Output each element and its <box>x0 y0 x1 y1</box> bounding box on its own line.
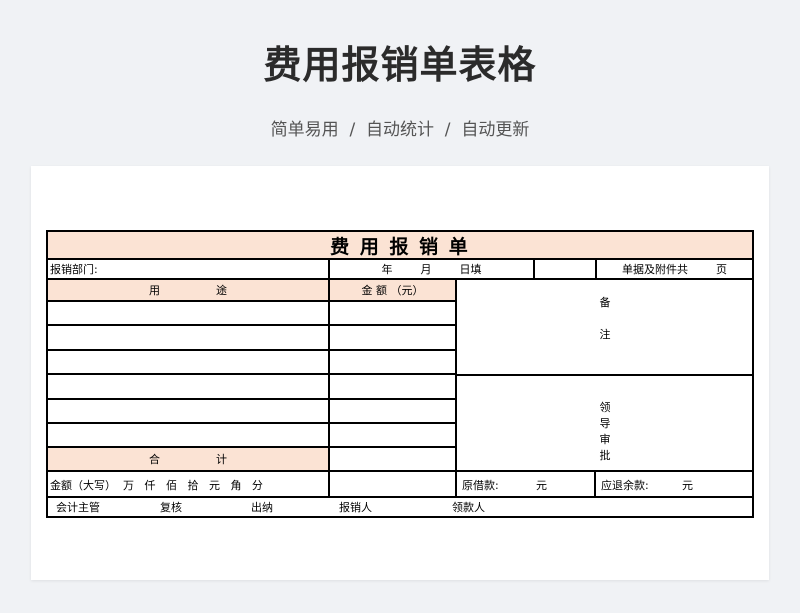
signature-accountant: 会计主管 <box>56 501 100 514</box>
form-sheet: 费 用 报 销 单 报销部门: 年 月 日填 单据及附件共 页 用 途 金 额 … <box>31 166 769 580</box>
approval-label: 领 导 审 批 <box>599 401 611 462</box>
amount-cell[interactable] <box>330 351 455 373</box>
purpose-cell[interactable] <box>48 424 328 446</box>
grid-line <box>46 373 457 375</box>
grid-line <box>46 278 754 280</box>
date-input-cell[interactable] <box>535 259 595 278</box>
remarks-label: 备 注 <box>599 296 611 341</box>
grid-line <box>46 516 754 518</box>
refund-unit: 元 <box>682 478 693 492</box>
signature-reviewer: 复核 <box>160 501 182 514</box>
grid-line <box>46 230 48 518</box>
grid-line <box>594 470 596 498</box>
grid-line <box>455 374 754 376</box>
refund-label: 应退余款: <box>601 478 649 492</box>
amount-cell[interactable] <box>330 424 455 446</box>
grid-line <box>46 349 457 351</box>
amount-header: 金 额 （元） <box>330 280 455 300</box>
grid-line <box>595 258 597 280</box>
signature-cashier: 出纳 <box>251 501 273 514</box>
grid-line <box>328 258 330 280</box>
grid-line <box>46 470 754 472</box>
amount-cell[interactable] <box>330 326 455 349</box>
grid-line <box>46 446 457 448</box>
form-title: 费 用 报 销 单 <box>48 232 752 258</box>
grid-line <box>752 230 754 518</box>
total-label: 合 计 <box>48 448 328 470</box>
grid-line <box>46 230 754 232</box>
grid-line <box>328 278 330 498</box>
purpose-cell[interactable] <box>48 326 328 349</box>
attachments-field[interactable]: 单据及附件共 页 <box>597 259 752 278</box>
signature-claimant: 报销人 <box>339 501 372 514</box>
page-subtitle: 简单易用 / 自动统计 / 自动更新 <box>270 120 530 140</box>
purpose-cell[interactable] <box>48 400 328 422</box>
purpose-cell[interactable] <box>48 375 328 398</box>
grid-line <box>455 278 457 498</box>
grid-line <box>46 324 457 326</box>
signature-recipient: 领款人 <box>452 501 485 514</box>
date-field[interactable]: 年 月 日填 <box>330 259 533 278</box>
department-field[interactable]: 报销部门: <box>48 259 328 278</box>
page-title: 费用报销单表格 <box>263 43 537 87</box>
amount-in-words-cell[interactable] <box>330 473 455 496</box>
grid-line <box>46 300 457 302</box>
amount-cell[interactable] <box>330 375 455 398</box>
amount-in-words-field[interactable]: 金额（大写） 万 仟 佰 拾 元 角 分 <box>48 473 328 496</box>
grid-line <box>533 258 535 280</box>
borrowed-label: 原借款: <box>462 478 499 492</box>
total-amount-cell[interactable] <box>330 448 455 470</box>
amount-cell[interactable] <box>330 302 455 324</box>
purpose-header: 用 途 <box>48 280 328 300</box>
purpose-cell[interactable] <box>48 302 328 324</box>
purpose-cell[interactable] <box>48 351 328 373</box>
grid-line <box>46 496 754 498</box>
grid-line <box>46 258 754 260</box>
amount-cell[interactable] <box>330 400 455 422</box>
grid-line <box>46 398 457 400</box>
grid-line <box>46 422 457 424</box>
borrowed-unit: 元 <box>536 478 547 492</box>
